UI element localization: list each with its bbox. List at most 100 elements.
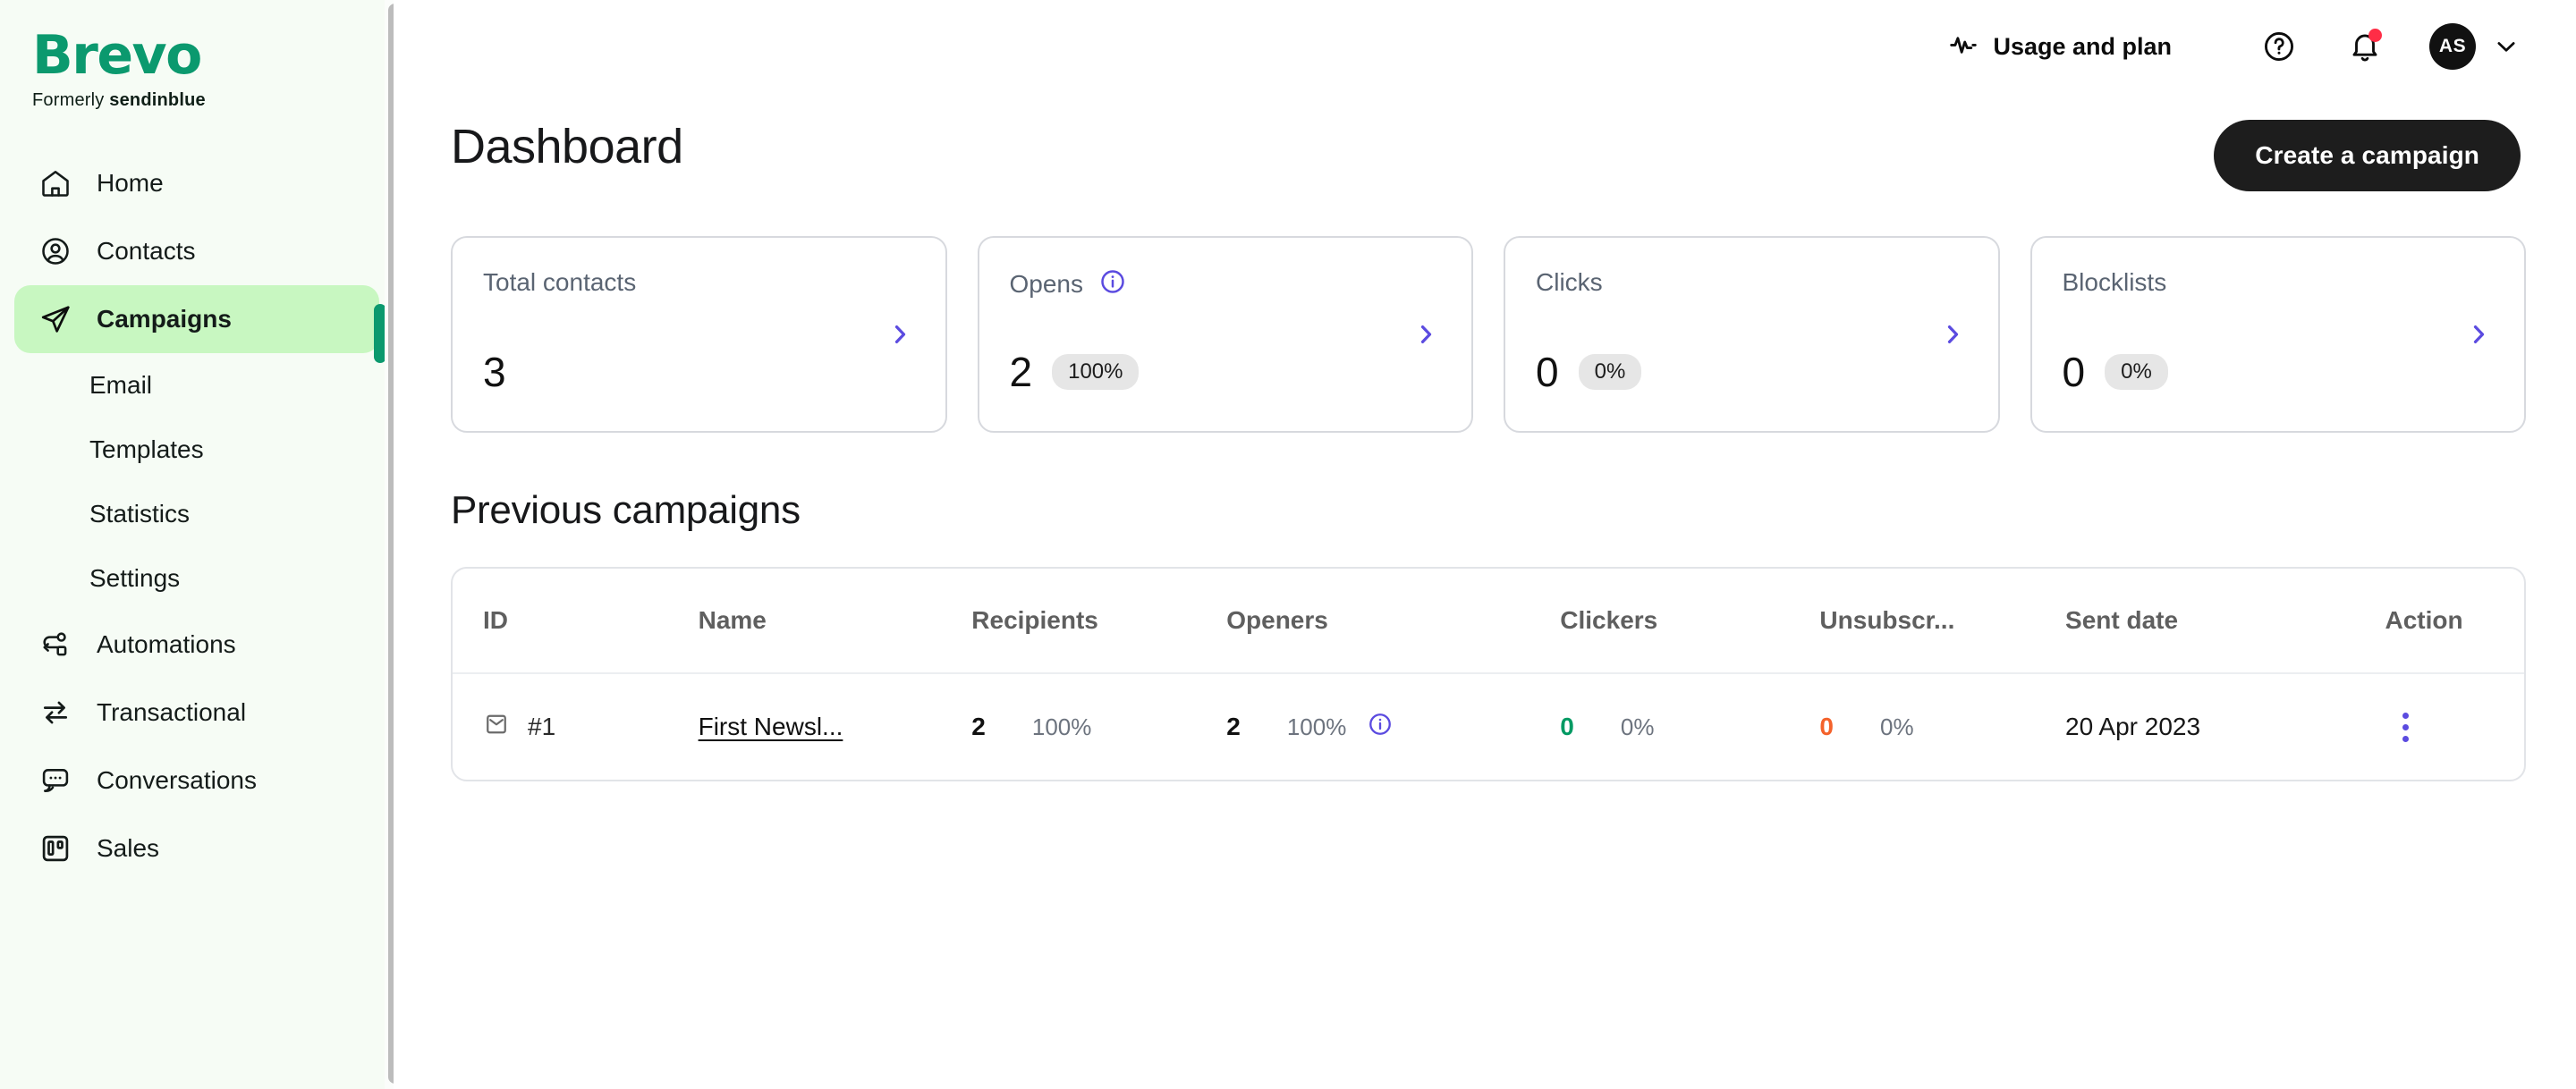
sidebar-item-sales[interactable]: Sales xyxy=(14,815,379,882)
page-title: Dashboard xyxy=(451,120,683,173)
cell-id: #1 xyxy=(453,672,699,780)
transactional-icon xyxy=(38,695,73,730)
notification-badge-dot xyxy=(2368,29,2382,42)
sales-icon xyxy=(38,831,73,866)
card-percentage-badge: 0% xyxy=(1578,354,1642,390)
page-header: Dashboard Create a campaign xyxy=(451,120,2526,191)
card-value-row: 0 0% xyxy=(1536,349,1642,395)
app-root: Brevo Formerly sendinblue Home Contacts xyxy=(0,0,2576,1089)
stat-cards: Total contacts 3 Opens 2 100% Clicks 0 0… xyxy=(451,236,2526,433)
conversations-icon xyxy=(38,763,73,798)
help-circle-icon[interactable] xyxy=(2254,21,2304,72)
chevron-right-icon[interactable] xyxy=(1937,319,1968,350)
card-label: Opens xyxy=(1009,269,1084,298)
card-value: 3 xyxy=(483,349,506,395)
column-header-id: ID xyxy=(483,606,508,634)
sidebar-item-label: Contacts xyxy=(97,237,196,265)
clickers-percentage: 0% xyxy=(1620,713,1655,740)
automations-icon xyxy=(38,627,73,663)
sidebar-item-label: Automations xyxy=(97,630,236,658)
card-percentage-badge: 100% xyxy=(1052,354,1140,390)
chevron-right-icon[interactable] xyxy=(885,319,915,350)
table-body: #1 First Newsl... 2 100% 2 100% 0 0% 0 0… xyxy=(453,672,2524,780)
usage-and-plan-link[interactable]: Usage and plan xyxy=(1948,30,2172,64)
card-label-row: Clicks xyxy=(1536,268,1968,297)
chevron-down-icon[interactable] xyxy=(2487,27,2526,66)
kebab-menu-icon[interactable] xyxy=(2385,706,2427,747)
table-head: ID Name Recipients Openers Clickers Unsu… xyxy=(453,569,2524,673)
main-content: Usage and plan AS Dashboard Create a cam… xyxy=(394,0,2576,1089)
campaign-name-link[interactable]: First Newsl... xyxy=(699,713,843,740)
contacts-icon xyxy=(38,233,73,269)
campaigns-table: ID Name Recipients Openers Clickers Unsu… xyxy=(453,569,2524,780)
sidebar-item-label: Sales xyxy=(97,834,160,862)
tagline-prefix: Formerly xyxy=(32,90,110,110)
card-label: Blocklists xyxy=(2062,268,2167,296)
card-value: 0 xyxy=(1536,349,1559,395)
card-label: Total contacts xyxy=(483,268,637,296)
sidebar-item-automations[interactable]: Automations xyxy=(14,611,379,679)
unsubscribers-percentage: 0% xyxy=(1880,713,1914,740)
stat-card-clicks[interactable]: Clicks 0 0% xyxy=(1504,236,2000,433)
sidebar-item-settings[interactable]: Settings xyxy=(0,546,394,611)
cell-openers: 2 100% xyxy=(1226,672,1561,780)
card-percentage-badge: 0% xyxy=(2105,354,2168,390)
column-header-recipients: Recipients xyxy=(971,606,1098,634)
paper-plane-icon xyxy=(38,301,73,337)
cell-recipients: 2 100% xyxy=(971,672,1227,780)
brand-logo[interactable]: Brevo Formerly sendinblue xyxy=(0,16,394,110)
sidebar-nav: Home Contacts Campaigns Email Templates … xyxy=(0,149,394,882)
sidebar-item-templates[interactable]: Templates xyxy=(0,418,394,482)
card-label: Clicks xyxy=(1536,268,1603,296)
sidebar-item-statistics[interactable]: Statistics xyxy=(0,482,394,546)
sidebar-item-transactional[interactable]: Transactional xyxy=(14,679,379,747)
column-header-action: Action xyxy=(2385,606,2463,634)
card-value: 2 xyxy=(1009,349,1033,395)
envelope-icon xyxy=(483,711,510,744)
stat-card-opens[interactable]: Opens 2 100% xyxy=(977,236,1473,433)
recipients-value: 2 xyxy=(971,713,986,740)
activity-pulse-icon xyxy=(1948,30,1979,64)
card-value-row: 2 100% xyxy=(1010,350,1140,393)
tagline-strong: sendinblue xyxy=(109,90,206,110)
avatar[interactable]: AS xyxy=(2429,23,2476,70)
sidebar-item-label: Transactional xyxy=(97,698,247,726)
cell-name: First Newsl... xyxy=(698,672,972,780)
card-label-row: Opens xyxy=(1010,268,1442,300)
card-label-row: Total contacts xyxy=(483,268,915,297)
sidebar-subitem-label: Email xyxy=(89,371,153,399)
chevron-right-icon[interactable] xyxy=(1411,319,1441,350)
column-header-unsubscribers: Unsubscr... xyxy=(1819,606,1955,634)
sidebar-subitem-label: Templates xyxy=(89,435,204,463)
cell-unsubscribers: 0 0% xyxy=(1819,672,2066,780)
brand-tagline: Formerly sendinblue xyxy=(32,90,394,110)
campaign-id: #1 xyxy=(528,713,556,740)
sidebar-item-home[interactable]: Home xyxy=(14,149,379,217)
brand-name: Brevo xyxy=(32,24,202,87)
stat-card-total-contacts[interactable]: Total contacts 3 xyxy=(451,236,947,433)
sidebar-item-label: Home xyxy=(97,169,164,197)
unsubscribers-value: 0 xyxy=(1819,713,1834,740)
info-circle-icon[interactable] xyxy=(1368,712,1393,743)
sidebar-item-label: Conversations xyxy=(97,766,257,794)
info-circle-icon[interactable] xyxy=(1099,268,1126,300)
home-icon xyxy=(38,165,73,201)
stat-card-blocklists[interactable]: Blocklists 0 0% xyxy=(2029,236,2526,433)
card-value: 0 xyxy=(2062,349,2086,395)
create-campaign-button[interactable]: Create a campaign xyxy=(2214,120,2521,191)
campaigns-table-card: ID Name Recipients Openers Clickers Unsu… xyxy=(451,567,2526,781)
sidebar-item-campaigns[interactable]: Campaigns xyxy=(14,285,379,353)
bell-icon[interactable] xyxy=(2340,21,2390,72)
sidebar-item-contacts[interactable]: Contacts xyxy=(14,217,379,285)
chevron-right-icon[interactable] xyxy=(2463,319,2494,350)
table-row[interactable]: #1 First Newsl... 2 100% 2 100% 0 0% 0 0… xyxy=(453,672,2524,780)
recipients-percentage: 100% xyxy=(1031,713,1092,740)
column-header-clickers: Clickers xyxy=(1560,606,1658,634)
card-value-row: 0 0% xyxy=(2063,350,2168,393)
sidebar-item-conversations[interactable]: Conversations xyxy=(14,747,379,815)
openers-value: 2 xyxy=(1226,713,1241,740)
top-bar: Usage and plan AS xyxy=(394,0,2576,93)
clickers-value: 0 xyxy=(1560,713,1574,740)
sidebar-item-email[interactable]: Email xyxy=(0,353,394,418)
column-header-name: Name xyxy=(698,606,767,634)
